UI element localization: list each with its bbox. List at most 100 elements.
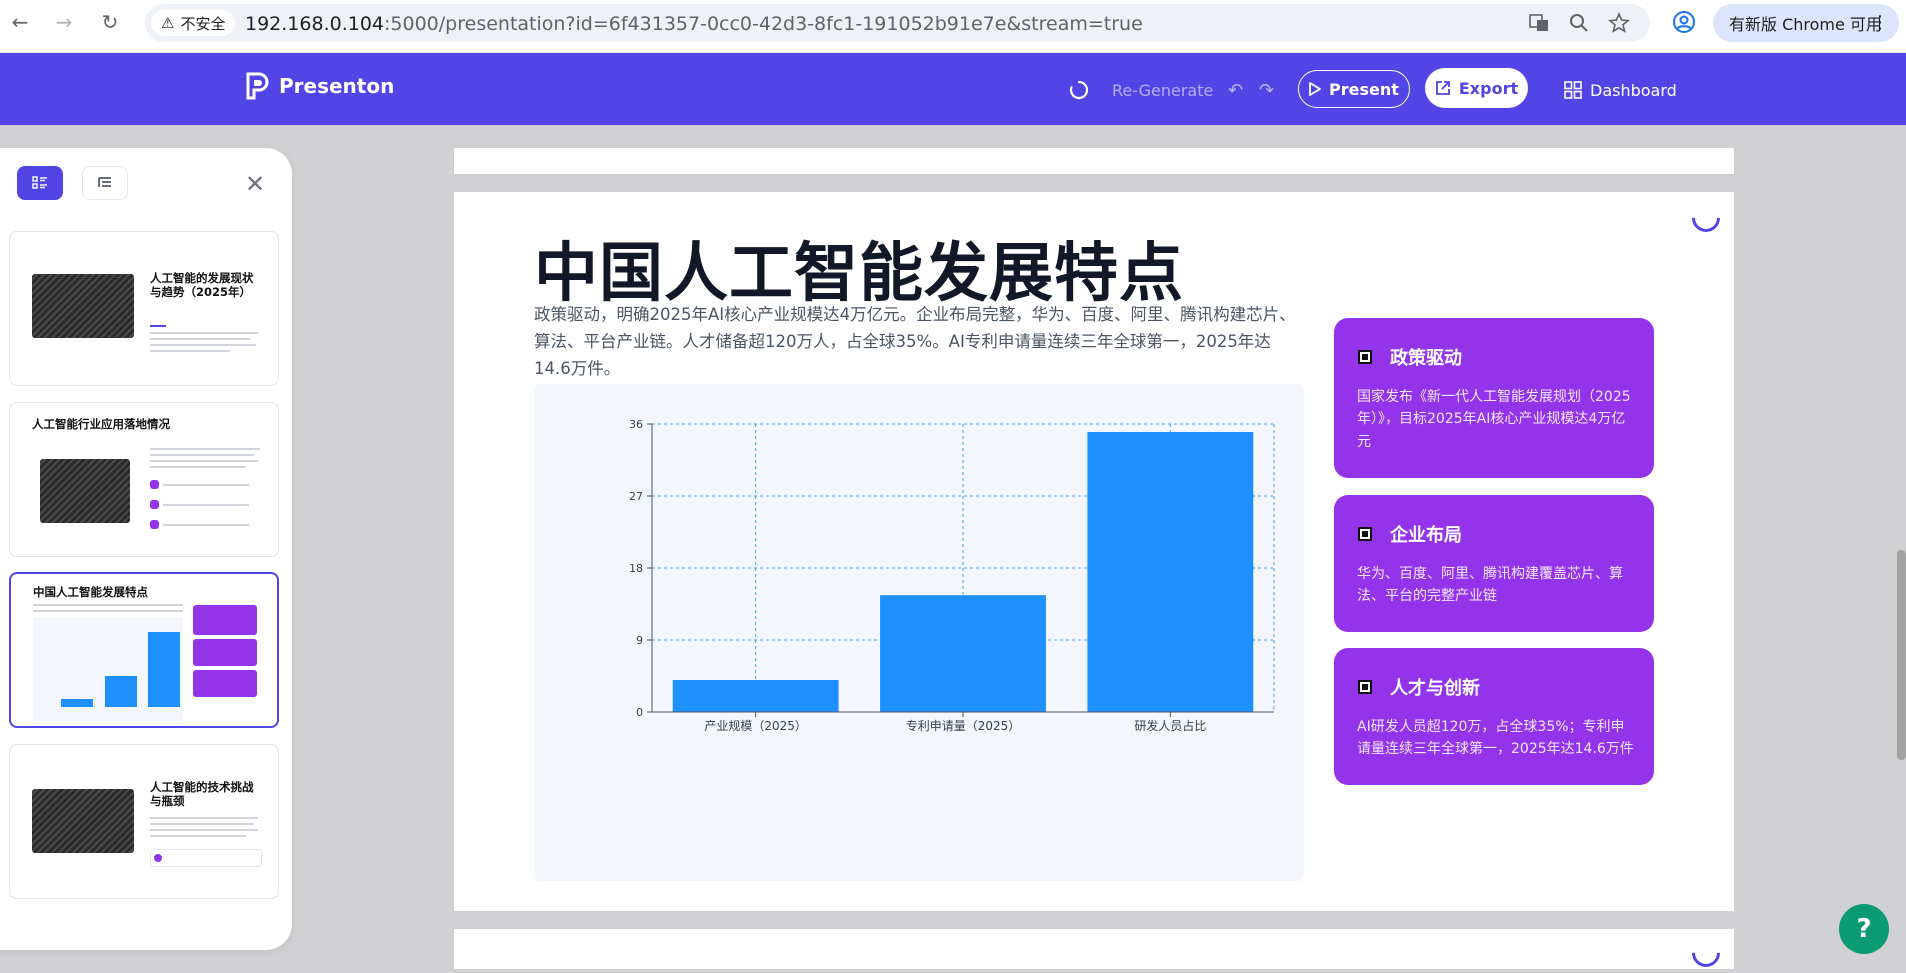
undo-icon[interactable]: ↶ (1228, 71, 1243, 109)
card-text: 国家发布《新一代人工智能发展规划（2025年）》，目标2025年AI核心产业规模… (1357, 389, 1631, 450)
x-tick-label: 研发人员占比 (1134, 718, 1206, 733)
brand-logo[interactable]: Presenton (245, 71, 394, 101)
insecure-label: 不安全 (180, 14, 226, 33)
regenerate-button[interactable]: Re-Generate (1068, 71, 1213, 109)
profile-icon[interactable] (1672, 10, 1696, 34)
play-icon (1309, 82, 1321, 96)
thumbnail-image (32, 789, 134, 853)
thumbnail-title: 人工智能的发展现状与趋势（2025年） (150, 271, 254, 299)
list-view-button[interactable] (82, 166, 128, 200)
thumbnail-bar (148, 632, 180, 707)
thumbnail-bar (61, 699, 93, 707)
thumbnail-title: 人工智能的技术挑战与瓶颈 (150, 780, 254, 808)
forward-icon[interactable]: → (52, 10, 76, 34)
thumbnail-bullet (150, 520, 159, 529)
thumbnail-title: 人工智能行业应用落地情况 (32, 417, 170, 431)
card-title: 企业布局 (1390, 525, 1462, 546)
y-tick-label: 36 (629, 418, 643, 431)
thumbnail-text-line (150, 835, 246, 837)
slide-thumbnail-1[interactable]: 人工智能的发展现状与趋势（2025年） (9, 231, 279, 386)
thumbnail-text-line (150, 448, 260, 450)
back-icon[interactable]: ← (8, 10, 32, 34)
chart-bar (880, 595, 1046, 712)
y-tick-label: 27 (629, 490, 643, 503)
thumbnail-card (193, 670, 257, 697)
thumbnail-text-line (150, 344, 256, 346)
grid-view-button[interactable] (17, 166, 63, 200)
chrome-update-button[interactable]: 有新版 Chrome 可用 ⋮ (1713, 4, 1899, 42)
regenerate-label: Re-Generate (1112, 80, 1214, 100)
card-text: AI研发人员超120万，占全球35%；专利申请量连续三年全球第一，2025年达1… (1357, 719, 1634, 758)
thumbnail-text-line (150, 454, 254, 456)
chip-icon (1358, 527, 1372, 541)
thumbnail-bullet (150, 480, 159, 489)
thumbnail-text-line (33, 610, 183, 612)
brand-name: Presenton (279, 74, 395, 98)
thumbnail-text-line (150, 817, 258, 819)
thumbnail-bullet (154, 854, 162, 862)
bookmark-star-icon[interactable] (1608, 12, 1630, 34)
thumbnail-image (40, 459, 130, 523)
dashboard-button[interactable]: Dashboard (1564, 71, 1677, 109)
thumbnail-text-line (33, 604, 183, 606)
previous-slide-edge (454, 148, 1734, 174)
scrollbar-thumb[interactable] (1897, 550, 1906, 760)
card-text: 华为、百度、阿里、腾讯构建覆盖芯片、算法、平台的完整产业链 (1357, 566, 1623, 605)
chip-icon (1358, 680, 1372, 694)
thumbnail-text-line (150, 829, 258, 831)
thumbnail-divider (150, 325, 166, 327)
x-tick-label: 产业规模（2025） (704, 718, 807, 733)
chart-container: 0 9 18 27 36 产业规模（2025） 专利申请量（2025） 研发人员占比 (534, 384, 1304, 881)
slides-sidebar: ✕ 人工智能的发展现状与趋势（2025年） 人工智能行业应用落地情况 中国人工智… (0, 148, 292, 950)
export-button[interactable]: Export (1425, 68, 1528, 108)
external-link-icon (1435, 81, 1450, 95)
close-sidebar-icon[interactable]: ✕ (245, 170, 265, 198)
thumbnail-text-line (163, 524, 249, 526)
chart-bar (672, 680, 839, 712)
slide-canvas: 中国人工智能发展特点 政策驱动，明确2025年AI核心产业规模达4万亿元。企业布… (454, 192, 1734, 911)
translate-icon[interactable] (1528, 12, 1550, 34)
thumbnail-image (32, 274, 134, 338)
update-label: 有新版 Chrome 可用 (1729, 15, 1882, 34)
x-tick-label: 专利申请量（2025） (906, 718, 1021, 733)
slide-thumbnail-3[interactable]: 中国人工智能发展特点 (9, 572, 279, 728)
slide-loading-icon (1686, 933, 1726, 973)
presenton-logo-icon (246, 72, 269, 100)
thumbnail-text-line (150, 332, 258, 334)
thumbnail-text-line (163, 484, 249, 486)
url-text[interactable]: 192.168.0.104:5000/presentation?id=6f431… (245, 13, 1143, 35)
app-header: Presenton Re-Generate ↶ ↷ Present Export… (0, 53, 1906, 125)
slide-thumbnail-2[interactable]: 人工智能行业应用落地情况 (9, 402, 279, 557)
address-bar[interactable]: ⚠ 不安全 192.168.0.104:5000/presentation?id… (145, 4, 1650, 42)
dashboard-label: Dashboard (1590, 80, 1677, 100)
present-button[interactable]: Present (1298, 70, 1410, 108)
card-title: 人才与创新 (1390, 678, 1480, 699)
redo-icon[interactable]: ↷ (1259, 71, 1274, 109)
feature-card-talent[interactable]: 人才与创新 AI研发人员超120万，占全球35%；专利申请量连续三年全球第一，2… (1334, 648, 1654, 785)
outline-list-icon (98, 177, 111, 187)
thumbnail-card (193, 639, 257, 666)
reload-icon[interactable]: ↻ (98, 10, 122, 34)
thumbnail-text-line (150, 823, 254, 825)
chip-icon (1358, 350, 1372, 364)
chart-bar (1087, 432, 1254, 712)
y-tick-label: 18 (629, 562, 643, 575)
slide-description[interactable]: 政策驱动，明确2025年AI核心产业规模达4万亿元。企业布局完整，华为、百度、阿… (534, 301, 1296, 383)
warning-icon: ⚠ (161, 14, 175, 32)
zoom-icon[interactable] (1568, 12, 1590, 34)
url-host: 192.168.0.104 (245, 13, 385, 35)
page-scrollbar[interactable] (1897, 148, 1906, 950)
feature-card-policy[interactable]: 政策驱动 国家发布《新一代人工智能发展规划（2025年）》，目标2025年AI核… (1334, 318, 1654, 478)
slide-loading-icon (1686, 198, 1726, 238)
thumbnail-callout (150, 849, 262, 867)
thumbnail-bullet (150, 500, 159, 509)
thumbnail-text-line (163, 504, 249, 506)
card-title: 政策驱动 (1390, 348, 1462, 369)
grid-list-icon (32, 176, 47, 189)
slide-thumbnail-4[interactable]: 人工智能的技术挑战与瓶颈 (9, 744, 279, 899)
thumbnail-card (193, 605, 257, 635)
feature-card-enterprise[interactable]: 企业布局 华为、百度、阿里、腾讯构建覆盖芯片、算法、平台的完整产业链 (1334, 495, 1654, 632)
help-button[interactable]: ? (1839, 904, 1889, 954)
more-icon[interactable]: ⋮ (1871, 12, 1889, 33)
security-chip[interactable]: ⚠ 不安全 (151, 10, 236, 36)
